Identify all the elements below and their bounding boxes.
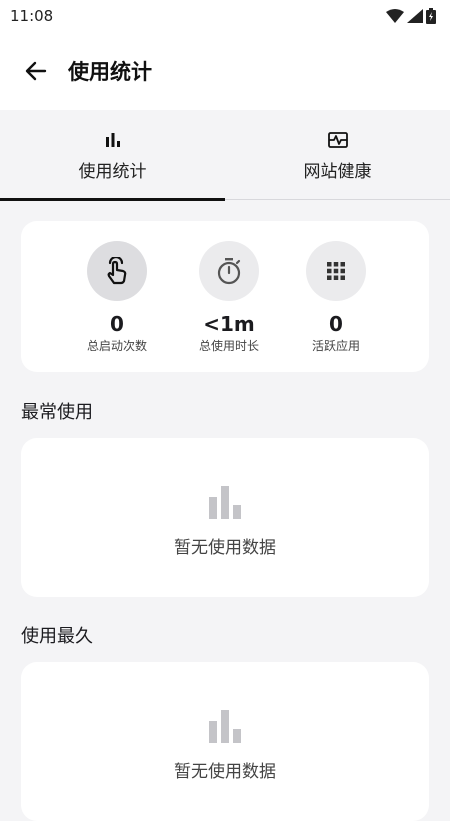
- stat-value: 0: [110, 312, 124, 336]
- longest-used-card: 暂无使用数据: [21, 662, 429, 821]
- battery-icon: [426, 8, 436, 24]
- stat-icon-circle: [87, 241, 147, 301]
- tab-indicator: [0, 198, 225, 201]
- empty-state-text: 暂无使用数据: [174, 538, 276, 558]
- wifi-icon: [386, 9, 404, 23]
- stats-card: 0 总启动次数 <1m 总使用时长 0 活跃应用: [21, 221, 429, 372]
- stat-total-duration: <1m 总使用时长: [174, 241, 284, 354]
- stat-icon-circle: [306, 241, 366, 301]
- tab-site-health-label: 网站健康: [303, 161, 372, 182]
- empty-state-text: 暂无使用数据: [174, 762, 276, 782]
- stat-value: 0: [329, 312, 343, 336]
- app-bar: 使用统计: [0, 32, 450, 110]
- touch-icon: [107, 257, 127, 285]
- cell-signal-icon: [407, 9, 423, 23]
- tab-bar: 使用统计 网站健康: [0, 110, 450, 201]
- stat-active-apps: 0 活跃应用: [281, 241, 391, 354]
- bar-chart-placeholder-icon: [209, 486, 241, 519]
- section-title-longest-used: 使用最久: [21, 626, 93, 647]
- arrow-back-icon: [25, 61, 47, 81]
- page-title: 使用统计: [68, 60, 152, 84]
- bar-chart-placeholder-icon: [209, 710, 241, 743]
- status-bar: 11:08: [0, 0, 450, 32]
- grid-icon: [327, 262, 345, 280]
- stat-label: 活跃应用: [311, 339, 360, 353]
- section-title-most-used: 最常使用: [21, 402, 93, 423]
- tab-usage-stats[interactable]: 使用统计: [0, 110, 225, 201]
- status-time: 11:08: [10, 7, 54, 25]
- tab-usage-stats-label: 使用统计: [78, 161, 147, 182]
- stat-icon-circle: [199, 241, 259, 301]
- stat-label: 总启动次数: [86, 339, 147, 353]
- stat-value: <1m: [203, 312, 255, 336]
- back-button[interactable]: [16, 51, 56, 91]
- bar-chart-icon: [105, 132, 120, 147]
- monitor-heart-icon: [327, 131, 348, 148]
- stat-launch-count: 0 总启动次数: [62, 241, 172, 354]
- tab-site-health[interactable]: 网站健康: [225, 110, 450, 200]
- status-icons: [386, 8, 436, 24]
- timer-icon: [217, 258, 241, 285]
- most-used-card: 暂无使用数据: [21, 438, 429, 597]
- stat-label: 总使用时长: [198, 339, 259, 353]
